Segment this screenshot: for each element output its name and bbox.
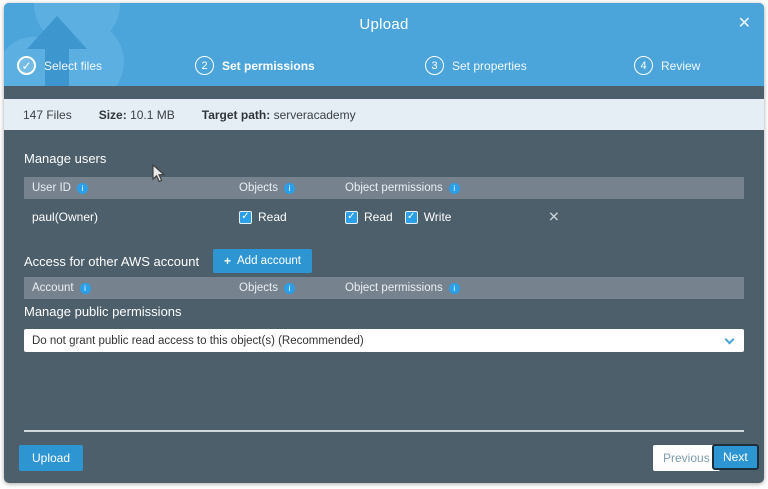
accounts-table-header: Account i Objects i Object permissions i xyxy=(24,277,744,299)
step-label: Set properties xyxy=(452,59,527,73)
info-icon[interactable]: i xyxy=(284,183,295,194)
previous-button[interactable]: Previous xyxy=(653,445,720,471)
step-label: Set permissions xyxy=(222,59,315,73)
step-number: 4 xyxy=(634,56,653,75)
checkbox-label: Read xyxy=(364,210,393,224)
step-label: Select files xyxy=(44,59,102,73)
checkbox-label: Read xyxy=(258,210,287,224)
upload-button[interactable]: Upload xyxy=(19,445,83,471)
column-user-id: User ID i xyxy=(24,182,231,194)
target-path: Target path: serveracademy xyxy=(202,108,356,122)
step-select-files: ✓ Select files xyxy=(17,56,102,75)
add-account-label: Add account xyxy=(237,255,301,267)
column-label: Object permissions xyxy=(345,282,443,294)
users-table-header: User ID i Objects i Object permissions i xyxy=(24,177,744,199)
chevron-down-icon xyxy=(725,335,735,345)
target-path-label: Target path: xyxy=(202,108,270,122)
dialog-header: Upload ✕ ✓ Select files 2 Set permission… xyxy=(4,3,764,86)
mouse-cursor-icon xyxy=(152,164,166,184)
size-label: Size: xyxy=(99,108,127,122)
step-review: 4 Review xyxy=(634,56,700,75)
object-permissions-group: ✓ Read ✓ Write xyxy=(337,210,744,224)
step-label: Review xyxy=(661,59,700,73)
file-size: Size: 10.1 MB xyxy=(99,108,175,122)
column-label: Objects xyxy=(239,182,278,194)
info-icon[interactable]: i xyxy=(77,183,88,194)
user-permission-row: paul(Owner) ✓ Read ✓ Read ✓ Write ✕ xyxy=(24,203,744,231)
perm-write-group: ✓ Write xyxy=(405,210,452,224)
plus-icon: + xyxy=(224,254,231,268)
footer-divider xyxy=(24,430,744,432)
perm-read-group: ✓ Read xyxy=(337,210,393,224)
step-number: 3 xyxy=(425,56,444,75)
info-icon[interactable]: i xyxy=(449,183,460,194)
column-objects: Objects i xyxy=(231,282,337,294)
dialog-title: Upload xyxy=(4,16,764,33)
checkbox-label: Write xyxy=(424,210,452,224)
column-label: User ID xyxy=(32,182,71,194)
manage-users-heading: Manage users xyxy=(24,151,106,166)
other-accounts-heading: Access for other AWS account xyxy=(24,254,199,269)
next-button[interactable]: Next xyxy=(712,444,759,470)
info-icon[interactable]: i xyxy=(284,283,295,294)
column-label: Account xyxy=(32,282,74,294)
step-complete-check-icon: ✓ xyxy=(17,56,36,75)
column-label: Object permissions xyxy=(345,182,443,194)
step-set-permissions: 2 Set permissions xyxy=(195,56,315,75)
info-icon[interactable]: i xyxy=(80,283,91,294)
column-objects: Objects i xyxy=(231,182,337,194)
close-icon[interactable]: ✕ xyxy=(738,16,751,32)
step-set-properties: 3 Set properties xyxy=(425,56,527,75)
objects-read-checkbox[interactable]: ✓ xyxy=(239,211,252,224)
upload-dialog: Upload ✕ ✓ Select files 2 Set permission… xyxy=(4,3,764,483)
file-info-bar: 147 Files Size: 10.1 MB Target path: ser… xyxy=(4,99,764,130)
column-account: Account i xyxy=(24,282,231,294)
public-permissions-heading: Manage public permissions xyxy=(24,304,182,319)
public-access-dropdown[interactable]: Do not grant public read access to this … xyxy=(24,329,744,352)
info-icon[interactable]: i xyxy=(449,283,460,294)
user-id-value: paul(Owner) xyxy=(24,210,231,224)
column-object-permissions: Object permissions i xyxy=(337,282,744,294)
add-account-button[interactable]: + Add account xyxy=(213,249,312,273)
column-label: Objects xyxy=(239,282,278,294)
file-count: 147 Files xyxy=(23,108,72,122)
perm-write-checkbox[interactable]: ✓ xyxy=(405,211,418,224)
objects-read-group: ✓ Read xyxy=(231,210,337,224)
column-object-permissions: Object permissions i xyxy=(337,182,744,194)
dropdown-selected-value: Do not grant public read access to this … xyxy=(32,335,364,347)
target-path-value: serveracademy xyxy=(274,108,356,122)
perm-read-checkbox[interactable]: ✓ xyxy=(345,211,358,224)
remove-row-icon[interactable]: ✕ xyxy=(548,209,560,226)
size-value: 10.1 MB xyxy=(130,108,175,122)
step-number: 2 xyxy=(195,56,214,75)
